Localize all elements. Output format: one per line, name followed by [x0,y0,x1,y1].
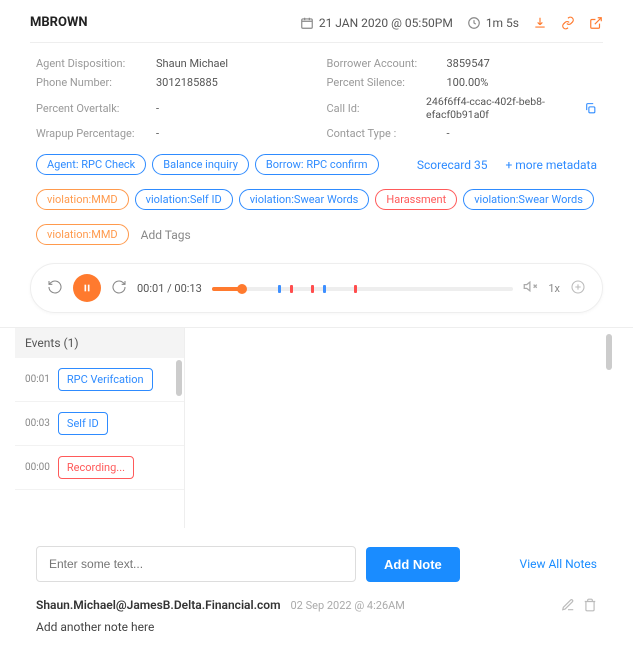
info-grid: Agent Disposition: Shaun Michael Borrower… [30,43,603,150]
tag[interactable]: Agent: RPC Check [36,154,146,175]
note-entry: Shaun.Michael@JamesB.Delta.Financial.com… [36,594,597,616]
overtalk-val: - [156,102,159,115]
wrapup-label: Wrapup Percentage: [36,127,146,140]
tag[interactable]: violation:Swear Words [239,189,370,210]
audio-player: 00:01 / 00:13 1x [30,263,603,313]
event-time: 00:03 [25,418,50,429]
event-row[interactable]: 00:01 RPC Verifcation [15,358,184,402]
events-header: Events (1) [15,328,184,358]
content-panel [185,328,618,528]
duration-text: 1m 5s [486,16,519,30]
note-date: 02 Sep 2022 @ 4:26AM [291,599,405,612]
borrower-val: 3859547 [447,57,490,70]
event-row[interactable]: 00:03 Self ID [15,402,184,446]
wrapup-val: - [156,127,159,140]
page-title: MBROWN [30,15,88,30]
pause-button[interactable] [73,274,101,302]
phone-label: Phone Number: [36,76,146,89]
plus-circle-icon[interactable] [570,279,586,298]
time-display: 00:01 / 00:13 [137,282,202,295]
add-tags[interactable]: Add Tags [141,228,191,242]
link-icon[interactable] [561,16,575,30]
trash-icon[interactable] [583,598,597,612]
tag[interactable]: violation:Self ID [135,189,233,210]
callid-label: Call Id: [327,102,417,115]
event-tag[interactable]: Recording... [58,456,134,479]
events-title: Events (1) [25,336,79,350]
event-time: 00:01 [25,374,50,385]
note-body: Add another note here [36,616,597,638]
tag[interactable]: violation:MMD [36,189,129,210]
tags-row2: violation:MMD violation:Self ID violatio… [30,185,603,220]
note-input[interactable] [36,546,356,582]
metadata-link[interactable]: + more metadata [505,158,597,172]
scrollbar[interactable] [176,360,182,396]
tag[interactable]: violation:MMD [36,224,129,245]
main-area: Events (1) 00:01 RPC Verifcation 00:03 S… [15,328,618,528]
scrollbar[interactable] [606,334,612,370]
volume-mute-icon[interactable] [523,279,538,297]
tags-row1: Agent: RPC Check Balance inquiry Borrow:… [30,150,603,185]
edit-icon[interactable] [561,598,575,612]
copy-icon[interactable] [584,102,597,115]
silence-val: 100.00% [447,76,489,89]
call-duration: 1m 5s [467,16,519,30]
external-link-icon[interactable] [589,16,603,30]
tag[interactable]: violation:Swear Words [463,189,594,210]
notes-area: Add Note View All Notes Shaun.Michael@Ja… [30,528,603,638]
callid-val: 246f6ff4-ccac-402f-beb8-efacf0b91a0f [426,95,574,121]
download-icon[interactable] [533,16,547,30]
skip-back-icon[interactable] [47,279,63,298]
phone-val: 3012185885 [156,76,218,89]
borrower-label: Borrower Account: [327,57,437,70]
silence-label: Percent Silence: [327,76,437,89]
tags-row3: violation:MMD Add Tags [30,220,603,255]
event-time: 00:00 [25,462,50,473]
speed-display[interactable]: 1x [548,282,560,295]
skip-forward-icon[interactable] [111,279,127,298]
agent-disp-val: Shaun Michael [156,57,228,70]
calendar-icon [300,16,314,30]
tag[interactable]: Balance inquiry [152,154,249,175]
contacttype-val: - [447,127,450,140]
view-all-notes-link[interactable]: View All Notes [520,557,597,571]
clock-icon [467,16,481,30]
agent-disp-label: Agent Disposition: [36,57,146,70]
events-panel: Events (1) 00:01 RPC Verifcation 00:03 S… [15,328,185,528]
overtalk-label: Percent Overtalk: [36,102,146,115]
note-email: Shaun.Michael@JamesB.Delta.Financial.com [36,598,281,612]
call-date: 21 JAN 2020 @ 05:50PM [300,16,453,30]
contacttype-label: Contact Type : [327,127,437,140]
tag[interactable]: Borrow: RPC confirm [255,154,379,175]
date-text: 21 JAN 2020 @ 05:50PM [319,16,453,30]
add-note-button[interactable]: Add Note [366,547,460,582]
event-tag[interactable]: RPC Verifcation [58,368,153,391]
event-row[interactable]: 00:00 Recording... [15,446,184,490]
event-tag[interactable]: Self ID [58,412,108,435]
progress-bar[interactable] [212,281,514,295]
tag[interactable]: Harassment [375,189,457,210]
scorecard-link[interactable]: Scorecard 35 [417,158,488,172]
